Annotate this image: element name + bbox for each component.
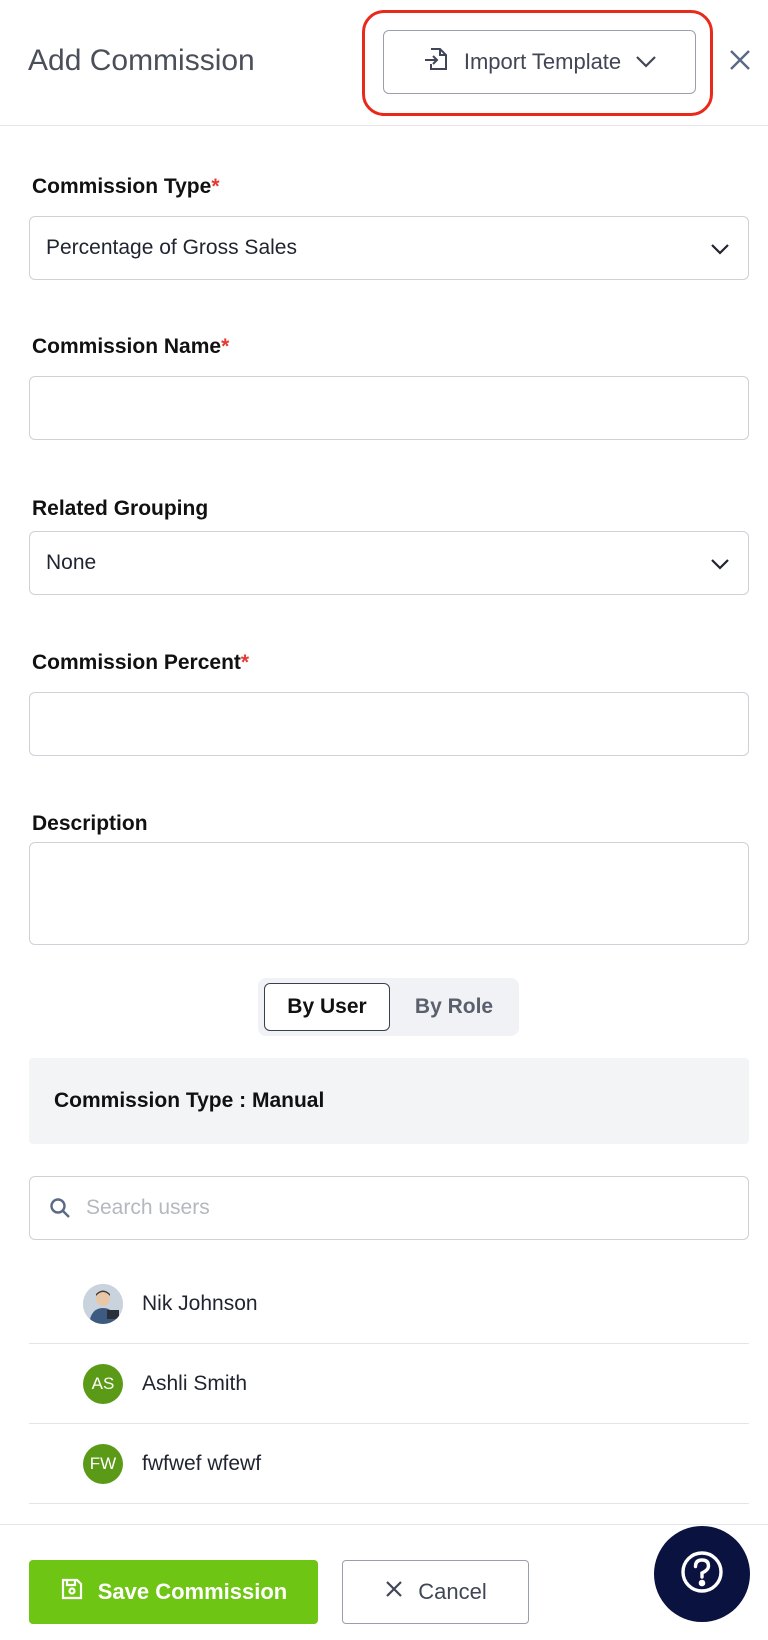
help-button[interactable] [654, 1526, 750, 1622]
help-icon [678, 1548, 726, 1601]
by-role-tab[interactable]: By Role [394, 983, 514, 1031]
required-mark: * [240, 651, 250, 674]
assign-mode-toggle: By User By Role [258, 978, 519, 1036]
modal-footer: Save Commission Cancel [0, 1524, 768, 1640]
commission-type-select[interactable]: Percentage of Gross Sales [29, 216, 749, 280]
close-icon[interactable] [724, 44, 756, 76]
avatar [83, 1284, 123, 1324]
related-grouping-select[interactable]: None [29, 531, 749, 595]
cancel-button[interactable]: Cancel [342, 1560, 529, 1624]
chevron-down-icon [710, 554, 730, 578]
commission-type-summary: Commission Type : Manual [54, 1089, 325, 1112]
commission-type-value: Percentage of Gross Sales [46, 236, 297, 259]
commission-percent-label: Commission Percent* [32, 651, 250, 674]
user-list-item[interactable]: FW fwfwef wfewf [29, 1425, 749, 1504]
user-list-item[interactable]: Nik Johnson [29, 1265, 749, 1344]
commission-type-label: Commission Type* [32, 175, 220, 198]
user-name: fwfwef wfewf [142, 1452, 262, 1475]
by-user-tab[interactable]: By User [264, 983, 390, 1031]
required-mark: * [211, 175, 220, 198]
required-mark: * [221, 335, 230, 358]
commission-type-panel: Commission Type : Manual [29, 1058, 749, 1144]
chevron-down-icon [710, 239, 730, 263]
modal-header: Add Commission Import Template [0, 0, 768, 126]
related-grouping-value: None [46, 551, 97, 574]
chevron-down-icon [635, 49, 657, 75]
avatar: FW [83, 1444, 123, 1484]
save-commission-button[interactable]: Save Commission [29, 1560, 318, 1624]
user-list-item[interactable]: AS Ashli Smith [29, 1345, 749, 1424]
user-name: Ashli Smith [142, 1372, 248, 1395]
import-template-label: Import Template [463, 49, 622, 74]
import-template-button[interactable]: Import Template [383, 30, 696, 94]
modal-title: Add Commission [28, 44, 255, 77]
user-search [29, 1176, 749, 1240]
x-icon [384, 1579, 404, 1605]
commission-name-label: Commission Name* [32, 335, 230, 358]
cancel-label: Cancel [418, 1579, 487, 1604]
avatar: AS [83, 1364, 123, 1404]
search-input[interactable] [86, 1177, 726, 1239]
description-label: Description [32, 812, 148, 835]
save-commission-label: Save Commission [97, 1579, 288, 1604]
related-grouping-label: Related Grouping [32, 497, 209, 520]
commission-name-input[interactable] [29, 376, 749, 440]
user-name: Nik Johnson [142, 1292, 258, 1315]
commission-percent-input[interactable] [29, 692, 749, 756]
import-file-icon [422, 45, 450, 79]
search-icon [48, 1196, 72, 1225]
description-textarea[interactable] [29, 842, 749, 945]
save-icon [60, 1577, 84, 1607]
